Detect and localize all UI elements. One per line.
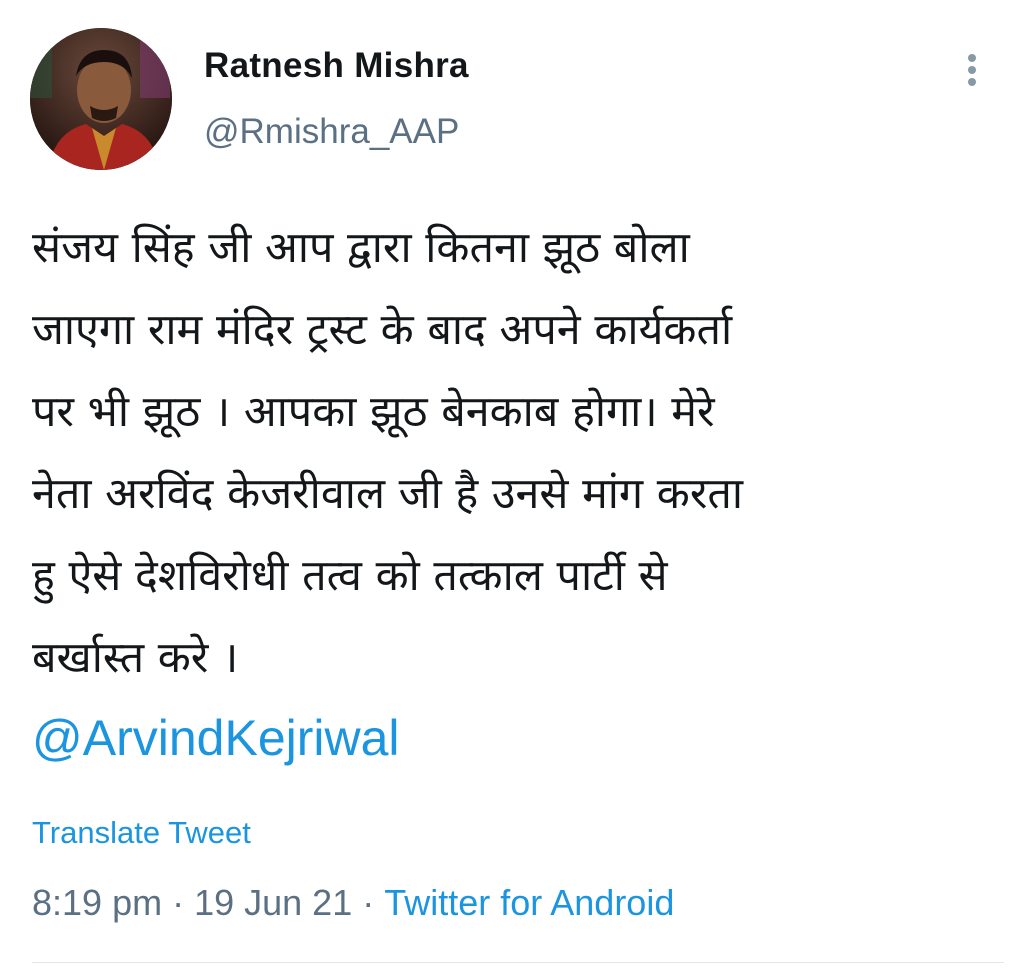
tweet-date: 19 Jun 21 <box>194 882 353 923</box>
author-name[interactable]: Ratnesh Mishra <box>204 46 469 86</box>
avatar-photo <box>30 28 172 170</box>
tweet-text-line: पर भी झूठ । आपका झूठ बेनकाब होगा। मेरे <box>32 387 715 437</box>
tweet-card: Ratnesh Mishra @Rmishra_AAP संजय सिंह जी… <box>0 0 1024 977</box>
tweet-time: 8:19 pm <box>32 882 163 923</box>
tweet-text-line: संजय सिंह जी आप द्वारा कितना झूठ बोला <box>32 223 690 273</box>
divider <box>32 962 1004 963</box>
more-vertical-icon <box>968 54 976 62</box>
more-vertical-icon-dot <box>968 66 976 74</box>
tweet-text-line: नेता अरविंद केजरीवाल जी है उनसे मांग करत… <box>32 469 744 519</box>
more-options-button[interactable] <box>952 48 992 92</box>
tweet-text: संजय सिंह जी आप द्वारा कितना झूठ बोला जा… <box>32 207 992 699</box>
mention-link[interactable]: @ArvindKejriwal <box>32 709 400 767</box>
tweet-text-line: हु ऐसे देशविरोधी तत्व को तत्काल पार्टी स… <box>32 551 668 601</box>
tweet-text-line: बर्खास्त करे । <box>32 633 239 683</box>
meta-separator: · <box>172 882 185 923</box>
tweet-text-line: जाएगा राम मंदिर ट्रस्ट के बाद अपने कार्य… <box>32 305 733 355</box>
translate-tweet-link[interactable]: Translate Tweet <box>32 815 251 851</box>
author-handle[interactable]: @Rmishra_AAP <box>204 112 459 152</box>
avatar[interactable] <box>30 28 172 170</box>
more-vertical-icon-dot <box>968 78 976 86</box>
tweet-source-link[interactable]: Twitter for Android <box>384 882 674 923</box>
meta-separator: · <box>362 882 375 923</box>
tweet-meta: 8:19 pm · 19 Jun 21 · Twitter for Android <box>32 882 674 924</box>
